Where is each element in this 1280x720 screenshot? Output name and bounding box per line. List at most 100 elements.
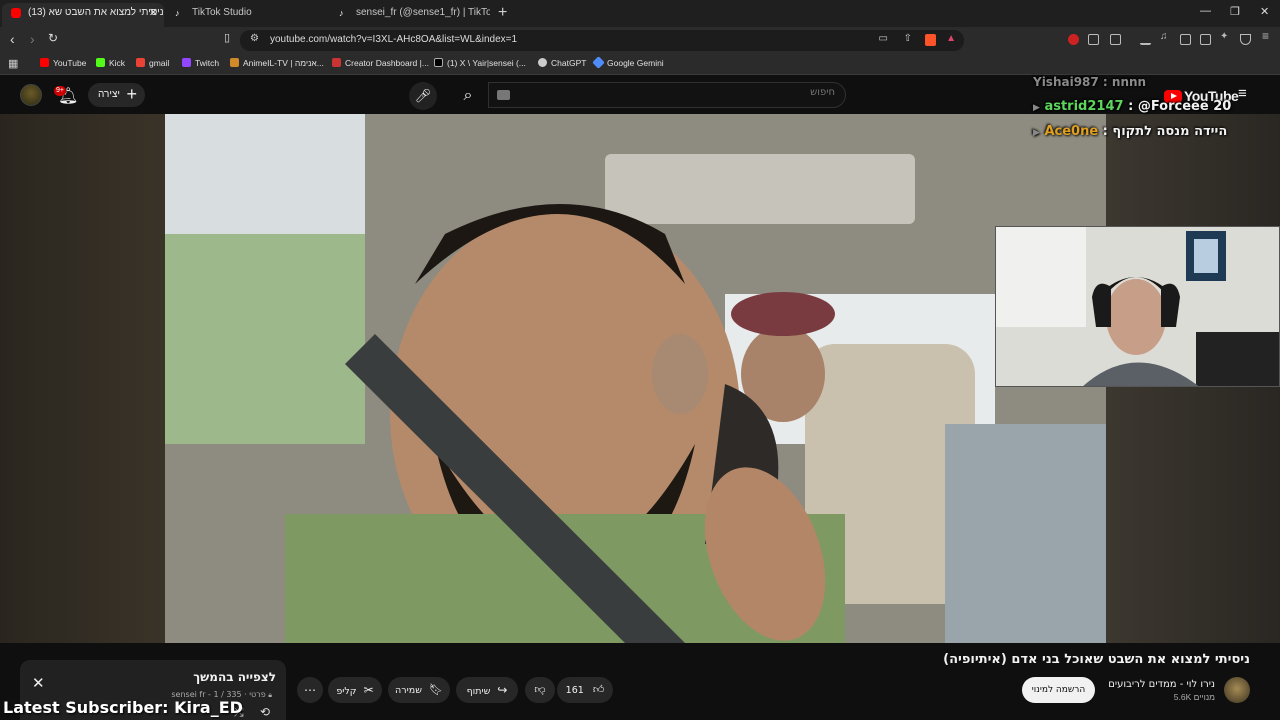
tiktok-icon: ♪ (175, 8, 180, 18)
extension-record-icon[interactable] (1068, 34, 1079, 45)
bookmark-animeil[interactable]: AnimeIL-TV | אנימה... (230, 58, 324, 68)
extension-puzzle-icon[interactable] (1088, 34, 1099, 45)
vpn-shield-icon[interactable] (1240, 34, 1251, 45)
chat-badge-icon: ▶ (1033, 128, 1040, 138)
plus-icon: + (126, 84, 137, 104)
tiktok-icon: ♪ (339, 8, 344, 18)
leo-ai-icon[interactable]: ✦ (1220, 31, 1231, 42)
gemini-icon (592, 56, 605, 69)
bookmark-kick[interactable]: Kick (96, 58, 125, 68)
bookmark-label: (1) X \ Yair|sensei (... (447, 58, 526, 68)
youtube-favicon-icon (11, 8, 21, 18)
create-label: יצירה (98, 89, 121, 100)
search-input[interactable] (535, 87, 835, 98)
browser-toolbar: ‹ › ↻ ▯ ⚙ youtube.com/watch?v=I3XL-AHc8O… (0, 27, 1280, 53)
create-button[interactable]: יצירה + (88, 83, 145, 107)
maximize-icon[interactable]: ❐ (1230, 5, 1240, 18)
subscriber-count: 5.6K מנויים (1173, 692, 1215, 702)
site-info-icon[interactable]: ⚙ (250, 33, 259, 44)
video-player[interactable] (165, 114, 1106, 643)
bookmark-icon[interactable]: ▯ (224, 31, 230, 44)
like-button[interactable]: 161 👍︎ (557, 677, 613, 703)
channel-avatar[interactable] (1224, 677, 1250, 703)
search-icon[interactable]: ⌕ (448, 82, 488, 110)
new-tab-button[interactable]: + (498, 4, 507, 22)
voice-search-mic-icon[interactable]: 🎤︎ (409, 82, 437, 110)
chat-text: nnnn (1111, 75, 1147, 89)
scissors-icon: ✂ (363, 683, 374, 697)
video-frame-scene (165, 114, 1106, 643)
brave-shield-icon[interactable] (925, 34, 936, 46)
bookmark-x[interactable]: (1) X \ Yair|sensei (... (434, 58, 526, 68)
tab-tiktok-studio[interactable]: ♪ TikTok Studio (166, 3, 326, 27)
url-text: youtube.com/watch?v=I3XL-AHc8OA&list=WL&… (270, 34, 518, 45)
like-count: 161 (565, 685, 584, 696)
account-avatar[interactable] (20, 84, 42, 106)
bookmark-twitch[interactable]: Twitch (182, 58, 219, 68)
dashboard-icon (332, 58, 341, 67)
chatgpt-icon (538, 58, 547, 67)
chat-text: @Forceee 20 (1137, 99, 1232, 114)
latest-subscriber-overlay: Latest Subscriber: Kira_ED (3, 698, 243, 717)
bookmark-label: Creator Dashboard |... (345, 58, 429, 68)
search-box[interactable] (488, 82, 846, 108)
reload-icon[interactable]: ↻ (48, 31, 58, 45)
close-icon[interactable]: ✕ (32, 674, 45, 692)
bookmark-label: Kick (109, 58, 126, 68)
bookmark-gemini[interactable]: Google Gemini (592, 56, 664, 69)
notification-count-badge: 9+ (54, 86, 66, 96)
close-tab-icon[interactable]: ✕ (149, 3, 158, 23)
bookmark-gmail[interactable]: gmail (136, 58, 169, 68)
share-page-icon[interactable]: ⇧ (904, 33, 912, 44)
apps-grid-icon[interactable]: ▦ (8, 57, 18, 70)
tab-label: sensei_fr (@sense1_fr) | TikTok (356, 7, 490, 18)
bookmark-label: gmail (149, 58, 170, 68)
wallet-icon[interactable] (1200, 34, 1211, 45)
animeil-icon (230, 58, 239, 67)
download-icon[interactable] (1140, 34, 1151, 45)
more-actions-button[interactable]: ⋯ (297, 677, 323, 703)
media-icon[interactable]: ♫ (1160, 31, 1171, 42)
subscribe-button[interactable]: הרשמה למינוי (1022, 677, 1095, 703)
dislike-button[interactable]: 👎︎ (525, 677, 555, 703)
guide-menu-icon[interactable]: ≡ (1238, 85, 1247, 102)
minimize-icon[interactable]: — (1200, 5, 1211, 17)
bookmark-label: Google Gemini (607, 58, 664, 68)
menu-icon[interactable]: ≡ (1262, 29, 1273, 43)
tab-strip: (13) ניסיתי למצוא את השבט שא... ✕ ♪ TikT… (0, 0, 1280, 27)
back-icon[interactable]: ‹ (10, 31, 15, 47)
loop-icon[interactable]: ⟲ (260, 705, 270, 719)
keyboard-icon[interactable] (497, 90, 510, 100)
sidebar-icon[interactable] (1180, 34, 1191, 45)
webcam-scene (996, 227, 1279, 386)
tab-label: (13) ניסיתי למצוא את השבט שא... (28, 7, 164, 18)
bookmark-creator-dashboard[interactable]: Creator Dashboard |... (332, 58, 429, 68)
tab-youtube[interactable]: (13) ניסיתי למצוא את השבט שא... ✕ (2, 3, 164, 27)
tab-tiktok-profile[interactable]: ♪ sensei_fr (@sense1_fr) | TikTok (330, 3, 490, 27)
brave-rewards-icon[interactable]: ▲ (946, 33, 956, 44)
clip-label: קליפ (336, 686, 357, 697)
bookmark-label: AnimeIL-TV | אנימה... (243, 58, 324, 68)
address-bar[interactable]: ⚙ youtube.com/watch?v=I3XL-AHc8OA&list=W… (240, 30, 964, 51)
thumbs-down-icon: 👎︎ (534, 683, 546, 696)
window-close-icon[interactable]: ✕ (1260, 5, 1269, 18)
cast-icon[interactable]: ▭ (879, 33, 888, 44)
bookmark-chatgpt[interactable]: ChatGPT (538, 58, 586, 68)
channel-name[interactable]: נירו לוי - ממדים לריבועים (1108, 679, 1215, 690)
ambient-left (0, 114, 165, 643)
tab-label: TikTok Studio (192, 7, 252, 18)
chat-message: ▶ Ace0ne : היידה מנסה לתקוף (1033, 124, 1228, 139)
bookmark-label: Twitch (195, 58, 220, 68)
chat-message: ▶ astrid2147 : @Forceee 20 (1033, 99, 1232, 114)
chat-message: Yishai987 : nnnn (1033, 75, 1147, 89)
extension-icon[interactable] (1110, 34, 1121, 45)
bookmark-youtube[interactable]: YouTube (40, 58, 86, 68)
share-button[interactable]: שיתוף ↪ (456, 677, 518, 703)
forward-icon[interactable]: › (30, 31, 35, 47)
chat-username: astrid2147 (1044, 99, 1124, 114)
clip-button[interactable]: קליפ ✂ (328, 677, 382, 703)
chat-username: Yishai987 (1033, 75, 1099, 89)
kick-icon (96, 58, 105, 67)
chat-text: היידה מנסה לתקוף (1112, 124, 1228, 139)
save-button[interactable]: שמירה 🔖︎ (388, 677, 450, 703)
